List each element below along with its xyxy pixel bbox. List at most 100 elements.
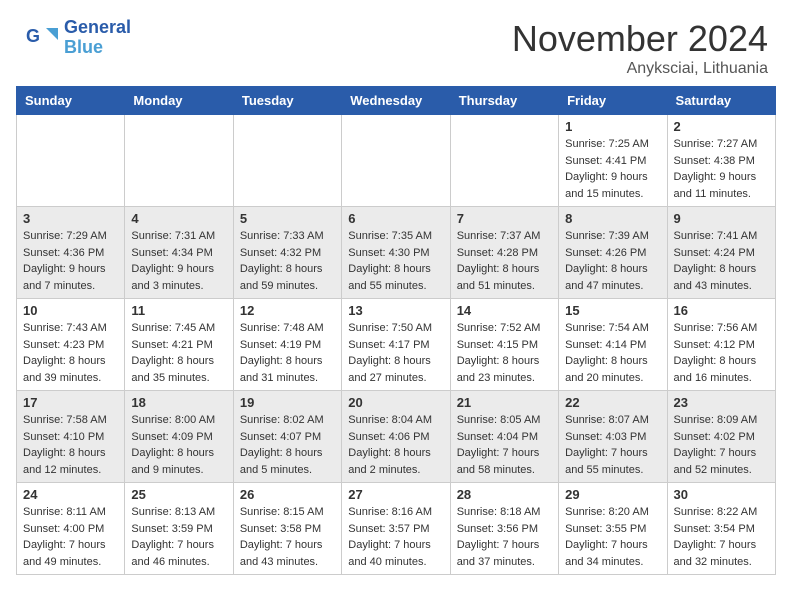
day-number: 19	[240, 395, 335, 410]
day-number: 4	[131, 211, 226, 226]
table-row: 13 Sunrise: 7:50 AM Sunset: 4:17 PM Dayli…	[342, 299, 450, 391]
day-info: Sunrise: 7:41 AM Sunset: 4:24 PM Dayligh…	[674, 228, 769, 294]
title-area: November 2024 Anyksciai, Lithuania	[512, 18, 768, 78]
day-info: Sunrise: 8:20 AM Sunset: 3:55 PM Dayligh…	[565, 504, 660, 570]
table-row: 24 Sunrise: 8:11 AM Sunset: 4:00 PM Dayli…	[17, 483, 125, 575]
day-info: Sunrise: 8:11 AM Sunset: 4:00 PM Dayligh…	[23, 504, 118, 570]
day-info: Sunrise: 8:22 AM Sunset: 3:54 PM Dayligh…	[674, 504, 769, 570]
table-row: 18Sunrise: 8:00 AM Sunset: 4:09 PM Dayli…	[125, 391, 233, 483]
day-info: Sunrise: 7:39 AM Sunset: 4:26 PM Dayligh…	[565, 228, 660, 294]
table-row: 28 Sunrise: 8:18 AM Sunset: 3:56 PM Dayli…	[450, 483, 558, 575]
day-number: 17	[23, 395, 118, 410]
day-number: 22	[565, 395, 660, 410]
table-row: 27 Sunrise: 8:16 AM Sunset: 3:57 PM Dayli…	[342, 483, 450, 575]
day-number: 21	[457, 395, 552, 410]
day-info: Sunrise: 8:09 AM Sunset: 4:02 PM Dayligh…	[674, 412, 769, 478]
day-number: 13	[348, 303, 443, 318]
day-number: 9	[674, 211, 769, 226]
day-number: 30	[674, 487, 769, 502]
table-row: 7 Sunrise: 7:37 AM Sunset: 4:28 PM Daylig…	[450, 207, 558, 299]
day-number: 20	[348, 395, 443, 410]
day-info: Sunrise: 7:43 AM Sunset: 4:23 PM Dayligh…	[23, 320, 118, 386]
col-header-friday: Friday	[559, 87, 667, 115]
day-info: Sunrise: 7:45 AM Sunset: 4:21 PM Dayligh…	[131, 320, 226, 386]
day-info: Sunrise: 7:33 AM Sunset: 4:32 PM Dayligh…	[240, 228, 335, 294]
table-row: 10 Sunrise: 7:43 AM Sunset: 4:23 PM Dayli…	[17, 299, 125, 391]
day-info: Sunrise: 7:48 AM Sunset: 4:19 PM Dayligh…	[240, 320, 335, 386]
calendar: SundayMondayTuesdayWednesdayThursdayFrid…	[16, 86, 776, 575]
table-row: 3 Sunrise: 7:29 AM Sunset: 4:36 PM Daylig…	[17, 207, 125, 299]
day-info: Sunrise: 8:02 AM Sunset: 4:07 PM Dayligh…	[240, 412, 335, 478]
table-row: 11 Sunrise: 7:45 AM Sunset: 4:21 PM Dayli…	[125, 299, 233, 391]
table-row: 5 Sunrise: 7:33 AM Sunset: 4:32 PM Daylig…	[233, 207, 341, 299]
table-row	[450, 115, 558, 207]
day-info: Sunrise: 8:13 AM Sunset: 3:59 PM Dayligh…	[131, 504, 226, 570]
day-info: Sunrise: 7:58 AM Sunset: 4:10 PM Dayligh…	[23, 412, 118, 478]
table-row: 9 Sunrise: 7:41 AM Sunset: 4:24 PM Daylig…	[667, 207, 775, 299]
day-number: 10	[23, 303, 118, 318]
table-row: 25 Sunrise: 8:13 AM Sunset: 3:59 PM Dayli…	[125, 483, 233, 575]
day-number: 2	[674, 119, 769, 134]
table-row: 19 Sunrise: 8:02 AM Sunset: 4:07 PM Dayli…	[233, 391, 341, 483]
logo-icon: G	[24, 20, 60, 56]
day-number: 5	[240, 211, 335, 226]
logo: G General Blue	[24, 18, 131, 58]
table-row: 6 Sunrise: 7:35 AM Sunset: 4:30 PM Daylig…	[342, 207, 450, 299]
table-row: 17 Sunrise: 7:58 AM Sunset: 4:10 PM Dayli…	[17, 391, 125, 483]
col-header-thursday: Thursday	[450, 87, 558, 115]
day-number: 12	[240, 303, 335, 318]
day-number: 16	[674, 303, 769, 318]
day-info: Sunrise: 8:04 AM Sunset: 4:06 PM Dayligh…	[348, 412, 443, 478]
day-info: Sunrise: 7:52 AM Sunset: 4:15 PM Dayligh…	[457, 320, 552, 386]
day-info: Sunrise: 7:27 AM Sunset: 4:38 PM Dayligh…	[674, 136, 769, 202]
day-number: 11	[131, 303, 226, 318]
table-row	[125, 115, 233, 207]
day-number: 29	[565, 487, 660, 502]
day-info: Sunrise: 7:50 AM Sunset: 4:17 PM Dayligh…	[348, 320, 443, 386]
table-row: 23 Sunrise: 8:09 AM Sunset: 4:02 PM Dayli…	[667, 391, 775, 483]
day-info: Sunrise: 7:37 AM Sunset: 4:28 PM Dayligh…	[457, 228, 552, 294]
day-info: Sunrise: 7:25 AM Sunset: 4:41 PM Dayligh…	[565, 136, 660, 202]
table-row: 8 Sunrise: 7:39 AM Sunset: 4:26 PM Daylig…	[559, 207, 667, 299]
day-info: Sunrise: 8:15 AM Sunset: 3:58 PM Dayligh…	[240, 504, 335, 570]
day-number: 25	[131, 487, 226, 502]
day-number: 27	[348, 487, 443, 502]
logo-text-line1: General	[64, 18, 131, 38]
logo-text-line2: Blue	[64, 38, 131, 58]
day-number: 26	[240, 487, 335, 502]
day-info: Sunrise: 7:54 AM Sunset: 4:14 PM Dayligh…	[565, 320, 660, 386]
table-row: 29 Sunrise: 8:20 AM Sunset: 3:55 PM Dayli…	[559, 483, 667, 575]
table-row: 12 Sunrise: 7:48 AM Sunset: 4:19 PM Dayli…	[233, 299, 341, 391]
table-row: 14Sunrise: 7:52 AM Sunset: 4:15 PM Dayli…	[450, 299, 558, 391]
table-row: 21 Sunrise: 8:05 AM Sunset: 4:04 PM Dayli…	[450, 391, 558, 483]
day-number: 18	[131, 395, 226, 410]
col-header-wednesday: Wednesday	[342, 87, 450, 115]
table-row: 26 Sunrise: 8:15 AM Sunset: 3:58 PM Dayli…	[233, 483, 341, 575]
table-row: 15Sunrise: 7:54 AM Sunset: 4:14 PM Dayli…	[559, 299, 667, 391]
day-number: 6	[348, 211, 443, 226]
day-info: Sunrise: 8:18 AM Sunset: 3:56 PM Dayligh…	[457, 504, 552, 570]
svg-text:G: G	[26, 26, 40, 46]
table-row	[233, 115, 341, 207]
day-info: Sunrise: 7:29 AM Sunset: 4:36 PM Dayligh…	[23, 228, 118, 294]
table-row: 20 Sunrise: 8:04 AM Sunset: 4:06 PM Dayli…	[342, 391, 450, 483]
day-number: 7	[457, 211, 552, 226]
day-info: Sunrise: 7:56 AM Sunset: 4:12 PM Dayligh…	[674, 320, 769, 386]
day-number: 3	[23, 211, 118, 226]
day-info: Sunrise: 7:35 AM Sunset: 4:30 PM Dayligh…	[348, 228, 443, 294]
day-info: Sunrise: 8:16 AM Sunset: 3:57 PM Dayligh…	[348, 504, 443, 570]
table-row	[17, 115, 125, 207]
day-info: Sunrise: 7:31 AM Sunset: 4:34 PM Dayligh…	[131, 228, 226, 294]
table-row: 4 Sunrise: 7:31 AM Sunset: 4:34 PM Daylig…	[125, 207, 233, 299]
col-header-tuesday: Tuesday	[233, 87, 341, 115]
day-info: Sunrise: 8:05 AM Sunset: 4:04 PM Dayligh…	[457, 412, 552, 478]
day-number: 8	[565, 211, 660, 226]
table-row: 2 Sunrise: 7:27 AM Sunset: 4:38 PM Daylig…	[667, 115, 775, 207]
col-header-monday: Monday	[125, 87, 233, 115]
month-title: November 2024	[512, 18, 768, 60]
day-number: 1	[565, 119, 660, 134]
day-info: Sunrise: 8:07 AM Sunset: 4:03 PM Dayligh…	[565, 412, 660, 478]
day-number: 24	[23, 487, 118, 502]
day-number: 23	[674, 395, 769, 410]
day-number: 28	[457, 487, 552, 502]
